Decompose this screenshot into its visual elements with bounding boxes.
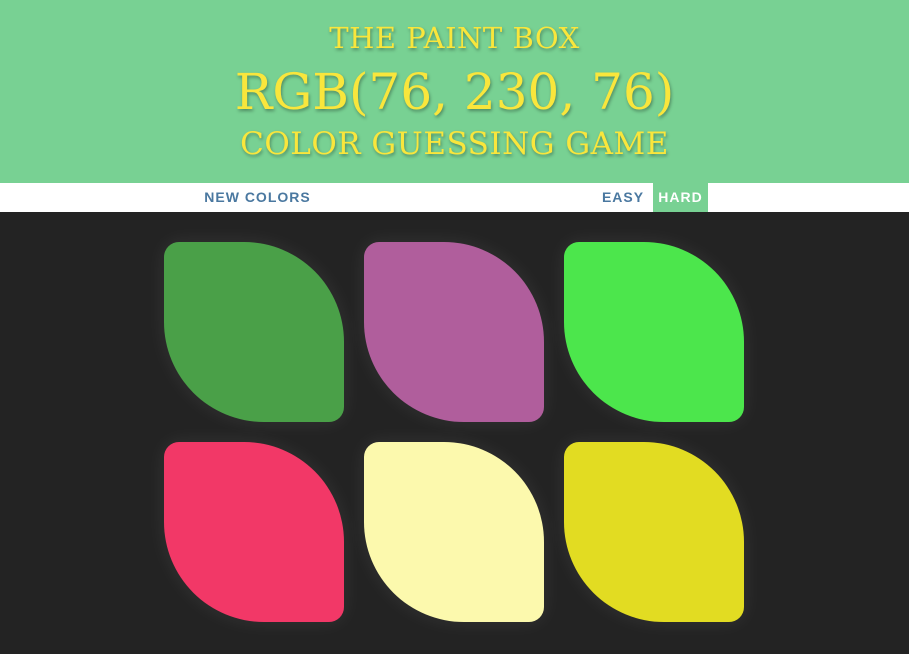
color-square[interactable]: [564, 242, 744, 422]
color-square[interactable]: [364, 242, 544, 422]
color-grid: [164, 242, 744, 622]
easy-mode-button[interactable]: EASY: [593, 183, 653, 212]
new-colors-button[interactable]: NEW COLORS: [195, 183, 320, 212]
control-bar: NEW COLORS EASY HARD: [0, 183, 909, 212]
color-square[interactable]: [364, 442, 544, 622]
color-square[interactable]: [164, 242, 344, 422]
color-square[interactable]: [164, 442, 344, 622]
target-color-display: RGB(76, 230, 76): [234, 63, 675, 121]
game-title: THE PAINT BOX: [329, 21, 580, 55]
header: THE PAINT BOX RGB(76, 230, 76) COLOR GUE…: [0, 0, 909, 183]
game-subtitle: COLOR GUESSING GAME: [240, 126, 669, 162]
color-square[interactable]: [564, 442, 744, 622]
hard-mode-button[interactable]: HARD: [653, 183, 708, 212]
